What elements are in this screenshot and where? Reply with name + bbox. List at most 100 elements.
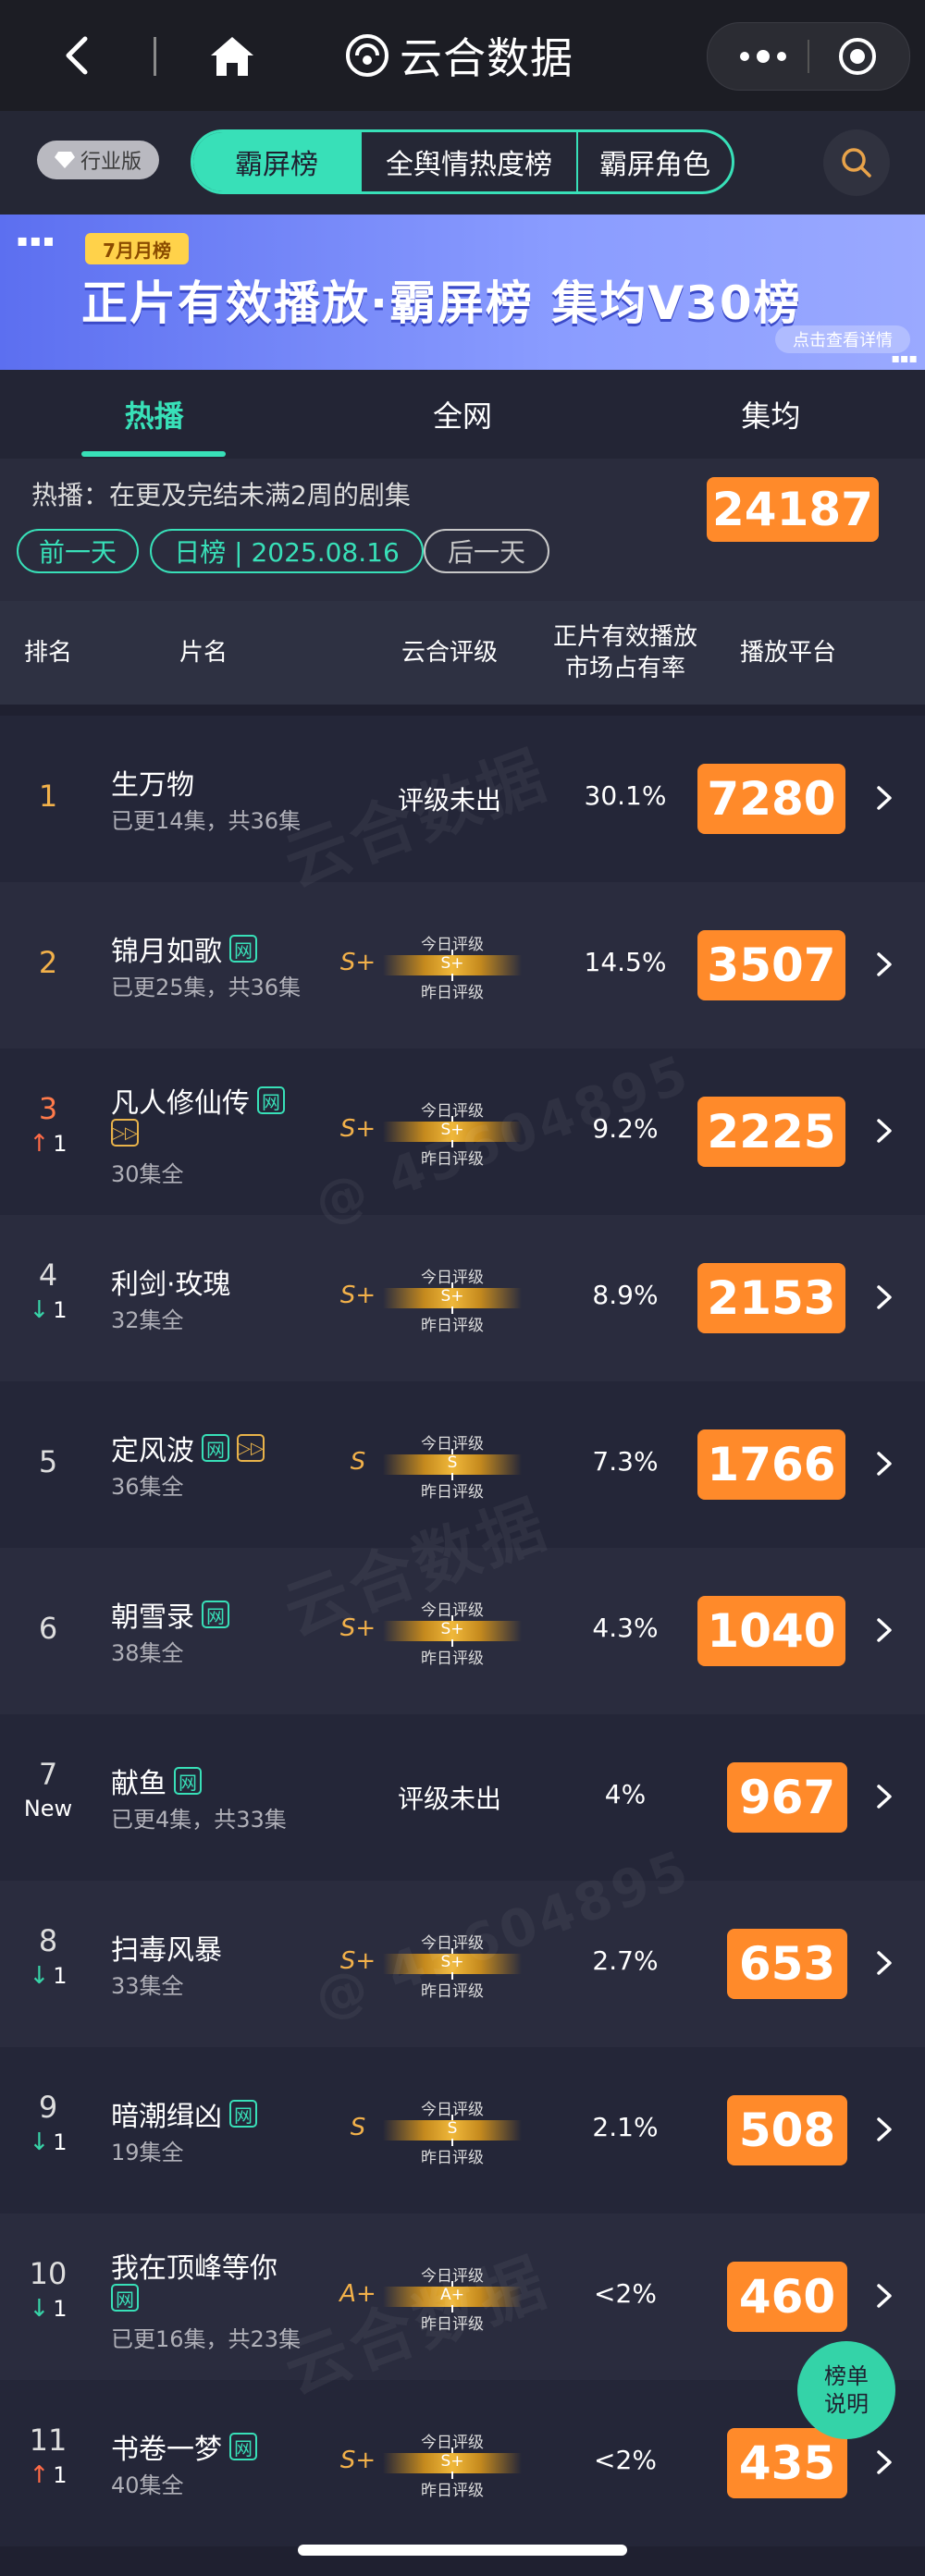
- show-title-text: 书卷一梦: [111, 2434, 222, 2466]
- rank-change-value: 1: [53, 2129, 68, 2155]
- rank-change: ↓ 1: [0, 2295, 96, 2323]
- table-row[interactable]: 2 锦月如歌网已更25集，共36集 S+ 今日评级 S+ 昨日评级 14.5% 350…: [0, 882, 925, 1049]
- list-explanation-label: 榜单 说明: [824, 2363, 869, 2417]
- header-platform: 播放平台: [739, 639, 836, 667]
- show-title-text: 锦月如歌: [111, 936, 222, 968]
- yesterday-grade-label: 昨日评级: [421, 2149, 484, 2167]
- chevron-right-icon[interactable]: [873, 2116, 895, 2143]
- play-count: 508: [727, 2095, 847, 2165]
- header-rank: 排名: [23, 639, 72, 667]
- table-row[interactable]: 4 ↓ 1 利剑·玫瑰 32集全 S+ 今日评级 S+ 昨日评级 8.9% 2153: [0, 1215, 925, 1381]
- show-title-text: 凡人修仙传: [111, 1087, 250, 1120]
- market-share: 2.7%: [592, 1945, 659, 1976]
- market-share: 7.3%: [592, 1446, 659, 1477]
- network-tag: 网: [229, 2100, 257, 2128]
- market-share: 30.1%: [584, 780, 667, 811]
- subtab-all-network[interactable]: 全网: [308, 370, 616, 459]
- tab-screen-dominance[interactable]: 霸屏榜: [193, 132, 362, 191]
- show-tags: 网: [111, 2284, 139, 2312]
- episode-info: 已更4集，共33集: [111, 1807, 287, 1833]
- subtab-per-episode[interactable]: 集均: [617, 370, 925, 459]
- banner-decoration: ▪▪▪: [17, 231, 56, 251]
- table-row[interactable]: 9 ↓ 1 暗潮缉凶网 19集全 S 今日评级 S 昨日评级 2.1% 508: [0, 2047, 925, 2214]
- top-app-bar: 云合数据: [0, 0, 925, 111]
- edition-label: 行业版: [80, 151, 142, 174]
- brand-name: 云合数据: [400, 33, 574, 83]
- show-title: 书卷一梦网: [111, 2426, 257, 2467]
- brand: 云合数据: [344, 28, 574, 83]
- promo-banner[interactable]: ▪▪▪ 7月月榜 正片有效播放·霸屏榜 集均V30榜 点击查看详情 ▪▪▪: [0, 215, 925, 370]
- grade-letter: S+: [339, 949, 376, 976]
- show-title-text: 朝雪录: [111, 1601, 194, 1634]
- rank-number: 1: [38, 779, 58, 814]
- rank-change-label: New: [23, 1796, 73, 1822]
- rank-number: 10: [29, 2256, 68, 2291]
- yesterday-grade-label: 昨日评级: [421, 1650, 484, 1668]
- next-day-button[interactable]: 后一天: [424, 529, 549, 573]
- arrow-down-icon: ↓: [29, 2295, 50, 2323]
- table-row[interactable]: 11 ↑ 1 书卷一梦网 40集全 S+ 今日评级 S+ 昨日评级 <2% 435: [0, 2380, 925, 2546]
- play-count: 3507: [697, 930, 845, 1000]
- banner-badge: 7月月榜: [85, 233, 189, 264]
- chevron-right-icon[interactable]: [873, 1783, 895, 1810]
- list-explanation-button[interactable]: 榜单 说明: [797, 2341, 895, 2439]
- brand-logo-icon: [346, 34, 388, 77]
- previous-day-button[interactable]: 前一天: [17, 529, 139, 573]
- chevron-right-icon[interactable]: [873, 2282, 895, 2310]
- close-target-icon[interactable]: [837, 36, 878, 77]
- rank-number: 3: [38, 1091, 58, 1126]
- chevron-right-icon[interactable]: [873, 1283, 895, 1311]
- chevron-right-icon[interactable]: [873, 1450, 895, 1478]
- back-icon[interactable]: [56, 33, 100, 78]
- rank-change: ↓ 1: [0, 1296, 96, 1324]
- more-icon[interactable]: [735, 43, 791, 69]
- edition-badge[interactable]: 行业版: [37, 141, 159, 179]
- network-tag: 网: [202, 1434, 229, 1462]
- show-title: 生万物: [111, 762, 194, 803]
- chevron-right-icon[interactable]: [873, 951, 895, 978]
- rank-number: 4: [38, 1257, 58, 1293]
- search-button[interactable]: [823, 129, 890, 196]
- tab-dominant-roles[interactable]: 霸屏角色: [578, 132, 732, 191]
- chevron-right-icon[interactable]: [873, 784, 895, 812]
- show-title: 朝雪录网: [111, 1594, 229, 1635]
- date-selector[interactable]: 日榜 | 2025.08.16: [150, 529, 424, 573]
- rank-number: 9: [38, 2090, 58, 2125]
- show-title: 定风波网 ▷▷: [111, 1428, 265, 1468]
- table-row[interactable]: 7 New 献鱼网已更4集，共33集 评级未出 4% 967: [0, 1714, 925, 1881]
- grade-bar: 今日评级 S 昨日评级: [383, 2096, 522, 2167]
- rank-change-value: 1: [53, 1297, 68, 1323]
- play-tag-icon: ▷▷: [237, 1434, 265, 1462]
- arrow-down-icon: ↓: [29, 1962, 50, 1990]
- network-tag: 网: [257, 1086, 285, 1114]
- chevron-right-icon[interactable]: [873, 1616, 895, 1644]
- chevron-right-icon[interactable]: [873, 1117, 895, 1145]
- show-title-text: 生万物: [111, 769, 194, 802]
- grade-value: S+: [440, 1620, 464, 1638]
- home-indicator: [298, 2545, 627, 2556]
- tab-public-opinion-heat[interactable]: 全舆情热度榜: [362, 132, 578, 191]
- play-count: 2225: [697, 1097, 845, 1167]
- rank-change-value: 1: [53, 2296, 68, 2322]
- show-title-text: 暗潮缉凶: [111, 2101, 222, 2133]
- banner-detail-link[interactable]: 点击查看详情: [775, 325, 910, 353]
- home-icon[interactable]: [207, 33, 257, 80]
- arrow-up-icon: ↑: [29, 2461, 50, 2489]
- episode-info: 30集全: [111, 1161, 184, 1187]
- yesterday-grade-label: 昨日评级: [421, 984, 484, 1002]
- episode-info: 36集全: [111, 1474, 184, 1500]
- rank-number: 2: [38, 945, 58, 980]
- rank-change-value: 1: [53, 2462, 68, 2488]
- play-count: 7280: [697, 764, 845, 834]
- episode-info: 33集全: [111, 1973, 184, 1999]
- subtab-hot[interactable]: 热播: [0, 370, 308, 459]
- network-tag: 网: [229, 2433, 257, 2460]
- yesterday-grade-label: 昨日评级: [421, 1317, 484, 1335]
- show-title: 凡人修仙传网: [111, 1080, 285, 1121]
- show-title-text: 定风波: [111, 1435, 194, 1467]
- rank-change-value: 1: [53, 1131, 68, 1157]
- chevron-right-icon[interactable]: [873, 1949, 895, 1977]
- arrow-down-icon: ↓: [29, 1296, 50, 1324]
- play-count: 1040: [697, 1596, 845, 1666]
- chevron-right-icon[interactable]: [873, 2448, 895, 2476]
